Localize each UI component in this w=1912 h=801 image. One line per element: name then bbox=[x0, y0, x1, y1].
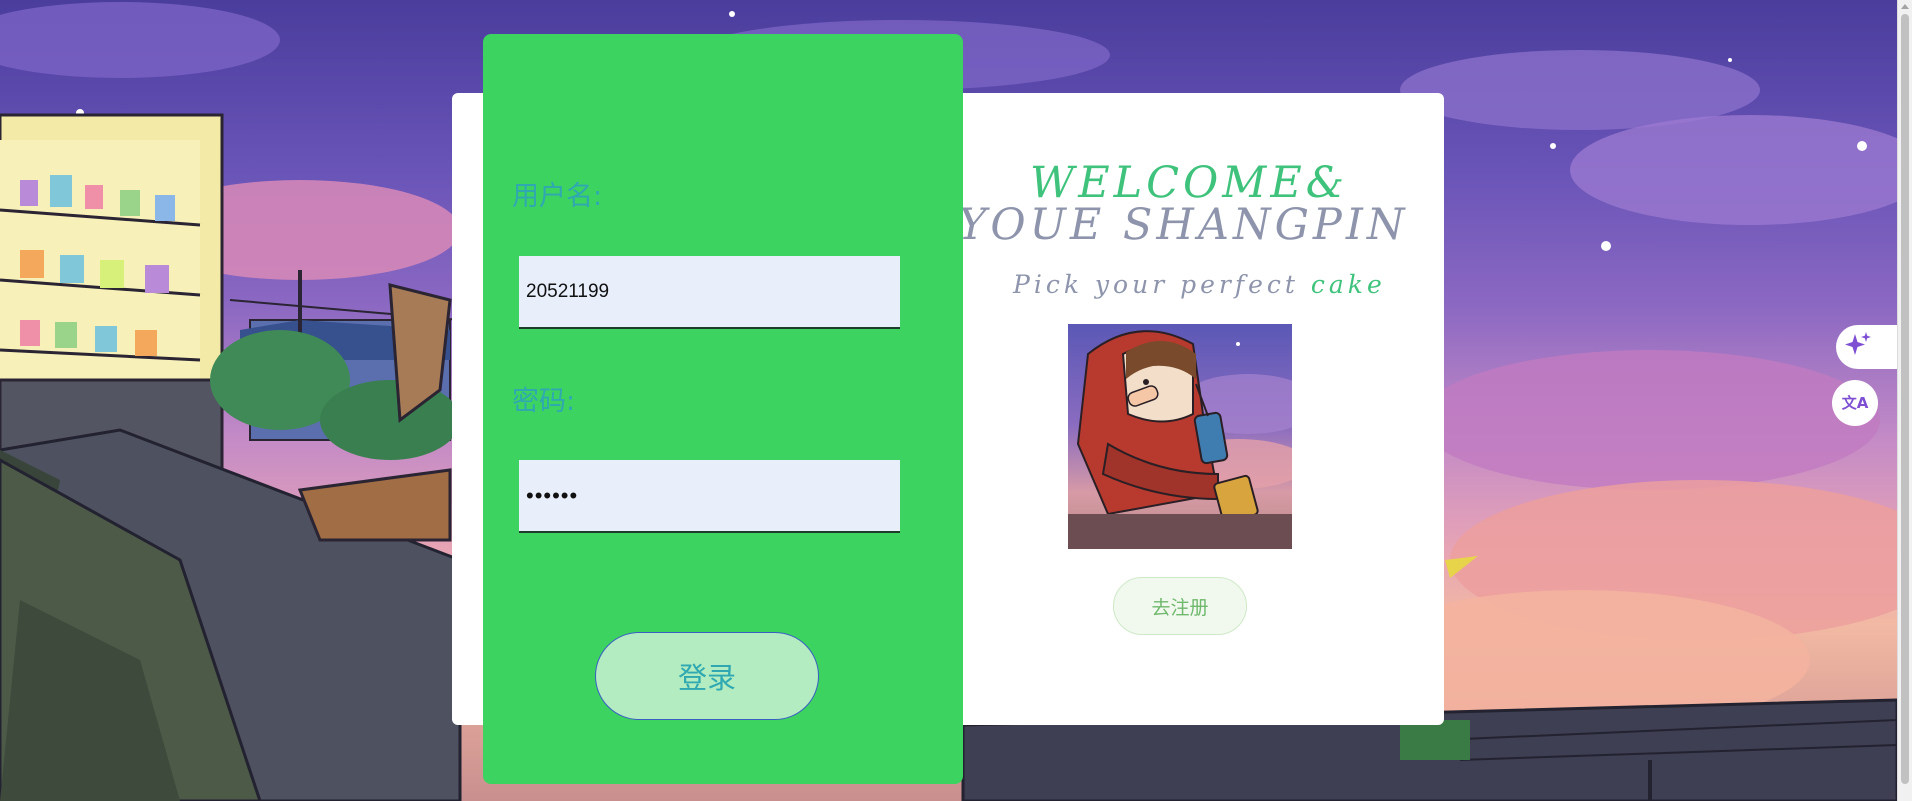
translate-icon: 文A bbox=[1841, 393, 1869, 412]
password-label: 密码: bbox=[512, 386, 576, 417]
tagline-text: Pick your perfect bbox=[1013, 270, 1311, 299]
cartoon-illustration bbox=[1068, 324, 1292, 549]
cartoon-girl-image bbox=[1068, 330, 1292, 549]
username-label: 用户名: bbox=[512, 181, 603, 212]
login-button[interactable]: 登录 bbox=[595, 632, 819, 720]
scroll-up-arrow-icon[interactable] bbox=[1901, 4, 1909, 9]
tagline-accent: cake bbox=[1310, 270, 1386, 299]
register-button[interactable]: 去注册 bbox=[1113, 577, 1247, 635]
ai-assistant-tab[interactable] bbox=[1836, 325, 1897, 369]
scroll-thumb[interactable] bbox=[1901, 14, 1909, 784]
vertical-scrollbar[interactable] bbox=[1897, 0, 1912, 801]
sparkle-icon bbox=[1843, 330, 1873, 364]
translate-button[interactable]: 文A bbox=[1832, 380, 1878, 426]
welcome-heading-line2: YOUE SHANGPIN bbox=[958, 200, 1409, 250]
password-input[interactable] bbox=[519, 460, 900, 533]
login-panel: 用户名: 密码: 登录 bbox=[483, 34, 963, 784]
username-input[interactable] bbox=[519, 256, 900, 329]
tagline: Pick your perfect cake bbox=[1013, 270, 1386, 299]
